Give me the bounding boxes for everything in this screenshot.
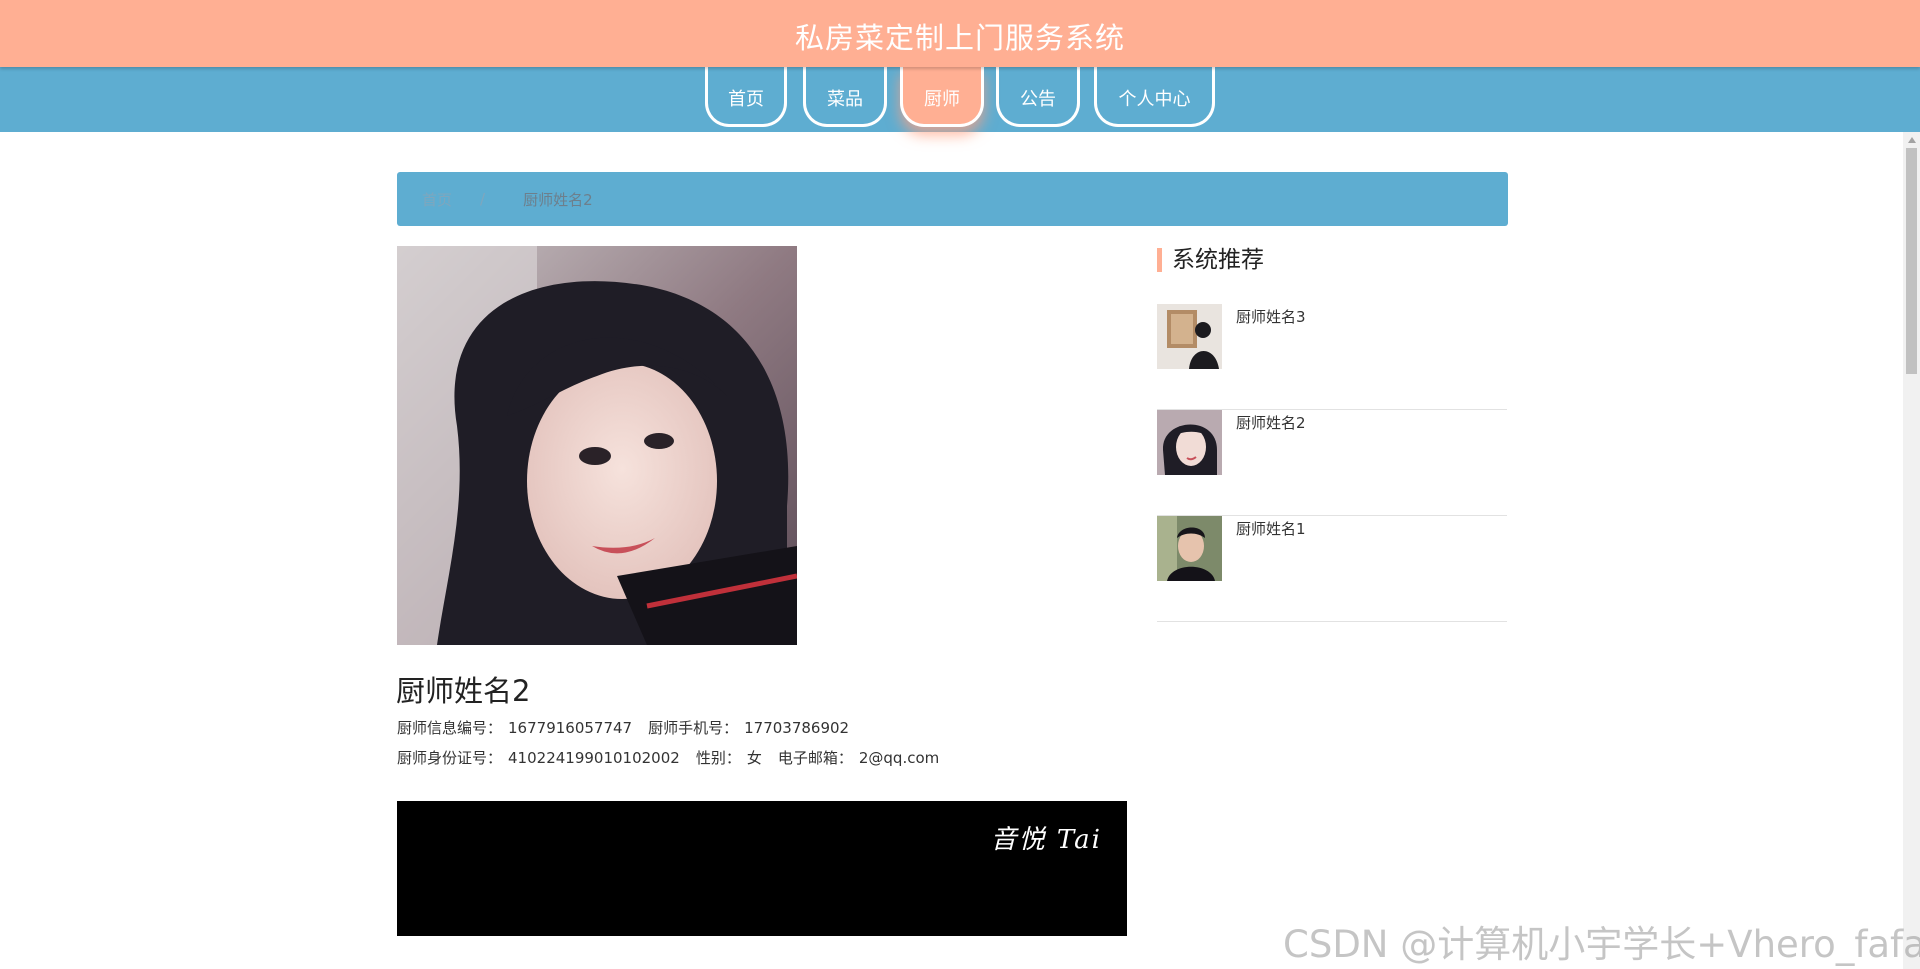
breadcrumb: 首页 / 厨师姓名2 [397, 172, 1508, 226]
nav-item-profile[interactable]: 个人中心 [1094, 67, 1215, 127]
page-scrollbar[interactable] [1903, 132, 1920, 969]
recommend-thumbnail [1157, 410, 1222, 475]
chef-portrait-image [397, 246, 797, 645]
breadcrumb-home-link[interactable]: 首页 [422, 189, 452, 210]
recommend-item-name[interactable]: 厨师姓名2 [1236, 412, 1306, 433]
breadcrumb-current: 厨师姓名2 [523, 190, 593, 209]
csdn-watermark: CSDN @计算机小宇学长+Vhero_fafafa [1283, 923, 1920, 966]
nav-item-dishes[interactable]: 菜品 [803, 67, 887, 127]
recommend-heading: 系统推荐 [1157, 248, 1264, 272]
phone-value: 17703786902 [744, 719, 850, 737]
site-title: 私房菜定制上门服务系统 [794, 21, 1125, 55]
breadcrumb-separator: / [480, 190, 486, 208]
recommend-item-name[interactable]: 厨师姓名3 [1236, 306, 1306, 327]
chef-photo [397, 246, 797, 645]
recommend-item[interactable]: 厨师姓名2 [1157, 410, 1507, 516]
nav-item-notices[interactable]: 公告 [996, 67, 1080, 127]
gender-value: 女 [746, 749, 762, 767]
recommend-item[interactable]: 厨师姓名3 [1157, 304, 1507, 410]
recommend-thumbnail [1157, 516, 1222, 581]
phone-label: 厨师手机号： [648, 719, 739, 737]
info-no-label: 厨师信息编号： [397, 719, 503, 737]
gender-label: 性别： [695, 749, 741, 767]
info-no-value: 1677916057747 [508, 719, 633, 737]
chef-video-player[interactable]: 音悦 Tai [397, 801, 1127, 936]
recommend-item[interactable]: 厨师姓名1 [1157, 516, 1507, 622]
chef-name-heading: 厨师姓名2 [396, 674, 531, 708]
id-card-value: 410224199010102002 [508, 749, 680, 767]
main-nav: 首页 菜品 厨师 公告 个人中心 [0, 67, 1920, 132]
scroll-up-arrow-icon[interactable] [1908, 137, 1916, 143]
nav-item-home[interactable]: 首页 [705, 67, 787, 127]
site-header: 私房菜定制上门服务系统 [0, 0, 1920, 67]
id-card-label: 厨师身份证号： [397, 749, 503, 767]
nav-item-chefs[interactable]: 厨师 [900, 67, 984, 127]
email-label: 电子邮箱： [777, 749, 853, 767]
scrollbar-thumb[interactable] [1906, 148, 1917, 374]
chef-info-line-1: 厨师信息编号： 1677916057747 厨师手机号： 17703786902 [397, 717, 865, 738]
recommend-item-name[interactable]: 厨师姓名1 [1236, 518, 1306, 539]
chef-info-line-2: 厨师身份证号： 410224199010102002 性别： 女电子邮箱： 2@qq.c… [397, 747, 955, 768]
video-watermark: 音悦 Tai [990, 825, 1102, 855]
recommend-thumbnail [1157, 304, 1222, 369]
email-value: 2@qq.com [858, 749, 940, 767]
